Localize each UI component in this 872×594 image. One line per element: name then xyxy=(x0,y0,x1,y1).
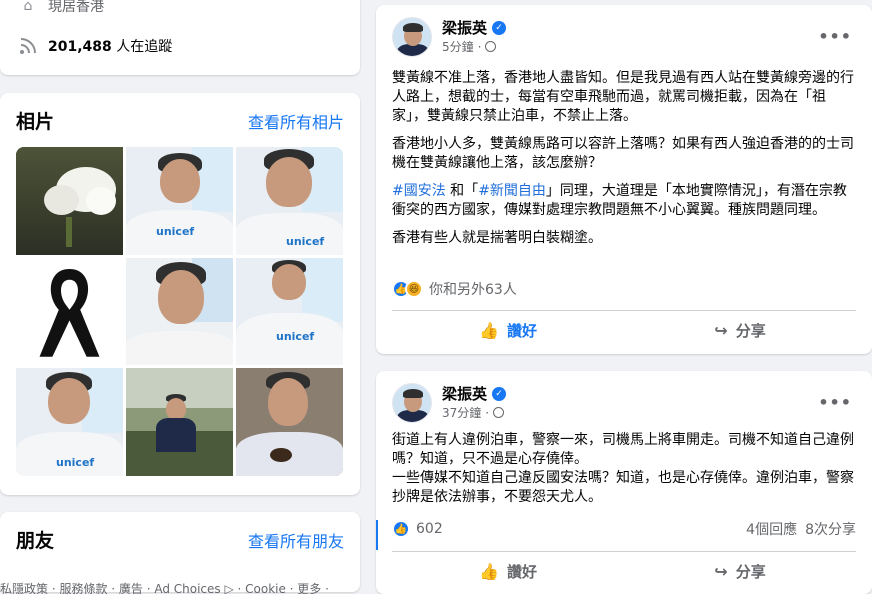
photo-grid: unicef unicef unicef unicef xyxy=(16,147,343,476)
post-paragraph: 雙黃線不准上落，香港地人盡皆知。但是我見過有西人站在雙黃線旁邊的行人路上，想截的… xyxy=(392,70,854,124)
verified-badge-icon: ✓ xyxy=(492,386,507,401)
post-meta: 5分鐘 · xyxy=(442,38,497,55)
share-button[interactable]: ↪ 分享 xyxy=(624,313,856,347)
post-card: 梁振英 ✓ 5分鐘 · ••• 雙黃線不准上落，香港地人盡皆知。但是我見過有西人… xyxy=(376,5,872,354)
like-button[interactable]: 👍 讚好 xyxy=(392,554,624,588)
reactions-summary[interactable]: 👍 😆 你和另外63人 xyxy=(392,279,856,299)
followers-suffix: 人在追蹤 xyxy=(116,39,173,55)
post-actions: 👍 讚好 ↪ 分享 xyxy=(392,554,856,588)
photo-tile-portrait[interactable] xyxy=(126,257,233,366)
intro-card: ⌂ 現居香港 201,488 人在追蹤 xyxy=(0,0,360,75)
thumbs-up-icon: 👍 xyxy=(479,561,499,581)
reactions-text[interactable]: 你和另外63人 xyxy=(429,279,517,299)
followers-row: 201,488 人在追蹤 xyxy=(18,36,172,56)
like-reaction-icon: 👍 xyxy=(392,520,410,538)
thumbs-up-icon: 👍 xyxy=(479,320,499,340)
post-author[interactable]: 梁振英 ✓ xyxy=(442,17,507,38)
post-meta: 37分鐘 · xyxy=(442,404,505,421)
globe-icon xyxy=(485,41,497,52)
photo-tile-ribbon[interactable] xyxy=(16,257,123,366)
photo-tile-tea[interactable] xyxy=(236,368,343,476)
divider xyxy=(392,551,856,552)
photo-tile-garden[interactable] xyxy=(126,368,233,476)
reaction-count[interactable]: 602 xyxy=(416,521,443,537)
location-row: ⌂ 現居香港 xyxy=(18,0,104,16)
more-options-icon[interactable]: ••• xyxy=(818,27,852,46)
post-author[interactable]: 梁振英 ✓ xyxy=(442,383,507,404)
rss-icon xyxy=(18,36,38,56)
unicef-logo-text: unicef xyxy=(156,225,195,238)
verified-badge-icon: ✓ xyxy=(492,20,507,35)
post-paragraph: 一些傳媒不知道自己違反國安法嗎？知道，也是心存僥倖。違例泊車，警察抄牌是依法辦事… xyxy=(392,470,854,505)
post-paragraph: #國安法 和「#新聞自由」同理，大道理是「本地實際情況」，有潛在宗教衝突的西方國… xyxy=(392,183,847,218)
unicef-logo-text: unicef xyxy=(56,456,95,470)
see-all-photos-link[interactable]: 查看所有相片 xyxy=(248,109,344,133)
followers-count: 201,488 xyxy=(48,39,112,55)
post-time[interactable]: 5分鐘 xyxy=(442,38,474,55)
photos-title: 相片 xyxy=(16,111,55,133)
hashtag-link[interactable]: #國安法 xyxy=(392,183,446,199)
home-icon: ⌂ xyxy=(23,0,33,14)
photo-tile-unicef-4[interactable]: unicef xyxy=(16,368,123,476)
post-paragraph: 香港地小人多，雙黃線馬路可以容許上落嗎？如果有西人強迫香港的的士司機在雙黃線讓他… xyxy=(392,136,854,171)
globe-icon xyxy=(493,407,505,418)
haha-reaction-icon: 😆 xyxy=(405,280,423,298)
post-body: 街道上有人違例泊車，警察一來，司機馬上將車開走。司機不知道自己違例嗎？知道，只不… xyxy=(392,431,860,516)
post-card: 梁振英 ✓ 37分鐘 · ••• 街道上有人違例泊車，警察一來，司機馬上將車開走… xyxy=(376,371,872,594)
comments-count[interactable]: 4個回應 xyxy=(746,519,797,539)
share-arrow-icon: ↪ xyxy=(714,561,728,581)
shares-count[interactable]: 8次分享 xyxy=(805,519,856,539)
share-button[interactable]: ↪ 分享 xyxy=(624,554,856,588)
hashtag-link[interactable]: #新聞自由 xyxy=(478,183,546,199)
post-paragraph: 香港有些人就是揣著明白裝糊塗。 xyxy=(392,230,602,246)
author-name[interactable]: 梁振英 xyxy=(442,383,487,404)
unicef-logo-text: unicef xyxy=(276,329,315,343)
post-actions: 👍 讚好 ↪ 分享 xyxy=(392,313,856,347)
post-body: 雙黃線不准上落，香港地人盡皆知。但是我見過有西人站在雙黃線旁邊的行人路上，想截的… xyxy=(392,69,860,257)
friends-title: 朋友 xyxy=(16,530,55,552)
share-arrow-icon: ↪ xyxy=(714,320,728,340)
photos-card: 相片 查看所有相片 unicef unicef unicef unicef xyxy=(0,93,360,495)
see-all-friends-link[interactable]: 查看所有朋友 xyxy=(248,528,344,552)
divider xyxy=(392,310,856,311)
location-text: 現居香港 xyxy=(48,0,104,15)
photo-tile-flowers[interactable] xyxy=(16,147,123,255)
post-paragraph: 街道上有人違例泊車，警察一來，司機馬上將車開走。司機不知道自己違例嗎？知道，只不… xyxy=(392,432,854,467)
footer-links[interactable]: 私隱政策 · 服務條款 · 廣告 · Ad Choices ▷ · Cookie… xyxy=(0,580,329,594)
more-options-icon[interactable]: ••• xyxy=(818,393,852,412)
photo-tile-unicef-3[interactable]: unicef xyxy=(236,257,343,366)
post-time[interactable]: 37分鐘 xyxy=(442,404,481,421)
like-button[interactable]: 👍 讚好 xyxy=(392,313,624,347)
photo-tile-unicef-1[interactable]: unicef xyxy=(126,147,233,255)
author-avatar[interactable] xyxy=(392,17,432,57)
scroll-indicator xyxy=(376,520,378,550)
reactions-summary[interactable]: 👍 602 4個回應 8次分享 xyxy=(392,519,856,539)
unicef-logo-text: unicef xyxy=(286,235,325,248)
photo-tile-unicef-2[interactable]: unicef xyxy=(236,147,343,255)
author-avatar[interactable] xyxy=(392,383,432,423)
author-name[interactable]: 梁振英 xyxy=(442,17,487,38)
